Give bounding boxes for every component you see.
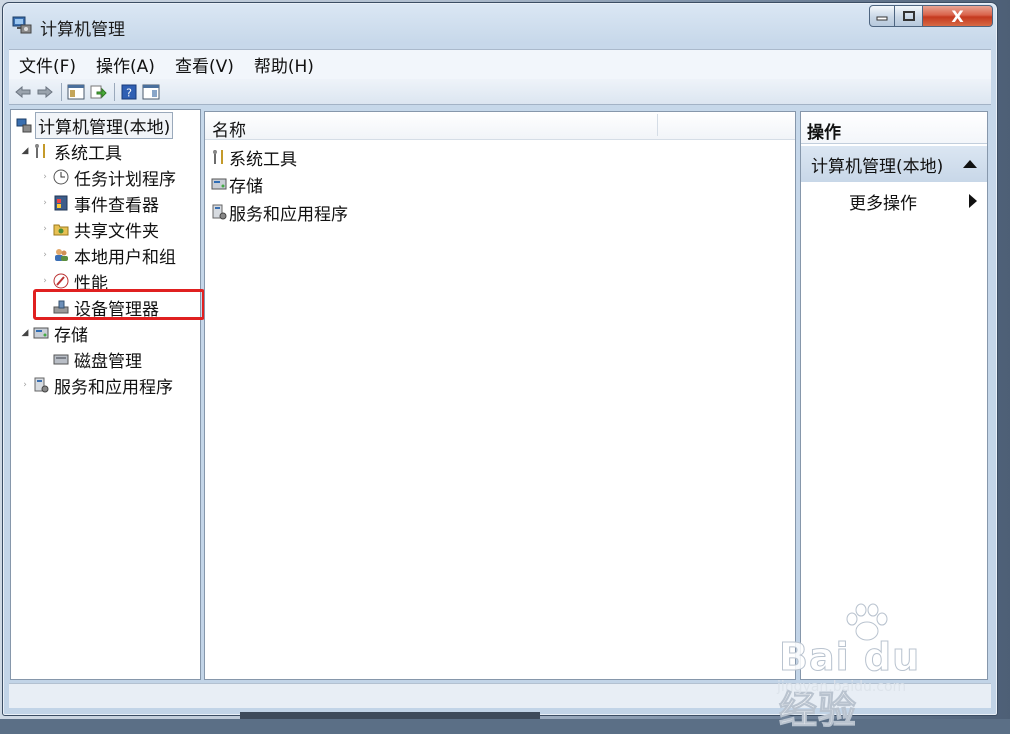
tree-label: 事件查看器 bbox=[74, 195, 159, 216]
collapsed-arrow-icon[interactable]: › bbox=[39, 198, 51, 208]
export-list-icon bbox=[90, 85, 107, 98]
menu-action[interactable]: 操作(A) bbox=[94, 50, 157, 79]
help-icon: ? bbox=[121, 84, 137, 99]
tree-label: 服务和应用程序 bbox=[54, 377, 173, 398]
back-arrow-icon bbox=[15, 85, 31, 98]
taskbar-fragment bbox=[240, 712, 540, 719]
forward-arrow-icon bbox=[37, 85, 53, 98]
show-hide-tree-icon bbox=[67, 84, 85, 99]
highlight-annotation-box bbox=[33, 289, 205, 320]
title-bar[interactable]: 计算机管理 X bbox=[3, 3, 997, 43]
close-button[interactable]: X bbox=[923, 5, 993, 27]
tree-item-storage[interactable]: ◢ 存储 bbox=[19, 321, 90, 346]
services-icon bbox=[33, 377, 49, 393]
more-actions-label: 更多操作 bbox=[849, 193, 917, 214]
show-action-pane-button[interactable] bbox=[141, 82, 161, 102]
tree-label: 磁盘管理 bbox=[74, 351, 142, 372]
collapsed-arrow-icon[interactable]: › bbox=[39, 172, 51, 182]
show-hide-tree-button[interactable] bbox=[66, 82, 86, 102]
action-pane: 操作 计算机管理(本地) 更多操作 bbox=[800, 111, 988, 680]
disk-icon bbox=[53, 351, 69, 367]
tree-label: 本地用户和组 bbox=[74, 247, 176, 268]
collapse-triangle-icon[interactable] bbox=[963, 160, 977, 168]
performance-gauge-icon bbox=[53, 273, 69, 289]
minimize-button[interactable] bbox=[869, 5, 895, 27]
toolbar-separator bbox=[114, 82, 115, 101]
tree-label: 共享文件夹 bbox=[74, 221, 159, 242]
tree-label: 计算机管理(本地) bbox=[35, 111, 174, 139]
computer-management-icon bbox=[16, 117, 32, 133]
list-item-storage[interactable]: 存储 bbox=[211, 172, 263, 197]
menu-file[interactable]: 文件(F) bbox=[17, 50, 78, 79]
toolbar-separator bbox=[61, 82, 62, 101]
storage-icon bbox=[33, 325, 49, 341]
action-group-label: 计算机管理(本地) bbox=[811, 156, 944, 177]
list-item-system-tools[interactable]: 系统工具 bbox=[211, 145, 297, 170]
tree-item-shared-folders[interactable]: › 共享文件夹 bbox=[39, 217, 161, 242]
collapsed-arrow-icon[interactable]: › bbox=[39, 250, 51, 260]
tree-label: 系统工具 bbox=[54, 143, 122, 164]
action-group-computer-management[interactable]: 计算机管理(本地) bbox=[801, 146, 987, 182]
column-divider[interactable] bbox=[657, 114, 658, 136]
services-icon bbox=[211, 204, 227, 220]
event-log-icon bbox=[53, 195, 69, 211]
tree-item-computer-management-local[interactable]: 计算机管理(本地) bbox=[14, 111, 174, 139]
list-item-services-applications[interactable]: 服务和应用程序 bbox=[211, 200, 348, 225]
tree-label: 存储 bbox=[54, 325, 88, 346]
shared-folder-icon bbox=[53, 221, 69, 237]
tools-icon bbox=[33, 143, 49, 159]
tools-icon bbox=[211, 149, 227, 165]
column-header-name[interactable]: 名称 bbox=[212, 116, 246, 141]
computer-management-window: 计算机管理 X 文件(F) 操作(A) 查看(V) 帮助(H) ? 计算机管理(… bbox=[2, 2, 998, 733]
collapsed-arrow-icon[interactable]: › bbox=[39, 224, 51, 234]
more-actions-item[interactable]: 更多操作 bbox=[801, 186, 987, 216]
back-button[interactable] bbox=[13, 82, 33, 102]
expanded-arrow-icon[interactable]: ◢ bbox=[19, 146, 31, 156]
tree-item-local-users-groups[interactable]: › 本地用户和组 bbox=[39, 243, 178, 268]
window-title: 计算机管理 bbox=[40, 20, 125, 40]
export-list-button[interactable] bbox=[88, 82, 108, 102]
expanded-arrow-icon[interactable]: ◢ bbox=[19, 328, 31, 338]
list-item-label: 服务和应用程序 bbox=[229, 204, 348, 225]
show-action-pane-icon bbox=[142, 84, 160, 99]
users-icon bbox=[53, 247, 69, 263]
toolbar: ? bbox=[9, 79, 991, 105]
help-button[interactable]: ? bbox=[119, 82, 139, 102]
list-item-label: 存储 bbox=[229, 176, 263, 197]
maximize-button[interactable] bbox=[895, 5, 923, 27]
computer-management-icon bbox=[12, 16, 32, 34]
tree-item-task-scheduler[interactable]: › 任务计划程序 bbox=[39, 165, 178, 190]
menu-bar: 文件(F) 操作(A) 查看(V) 帮助(H) bbox=[9, 49, 991, 79]
menu-help[interactable]: 帮助(H) bbox=[252, 50, 316, 79]
tree-label: 任务计划程序 bbox=[74, 169, 176, 190]
forward-button[interactable] bbox=[35, 82, 55, 102]
tree-item-services-applications[interactable]: › 服务和应用程序 bbox=[19, 373, 175, 398]
list-item-label: 系统工具 bbox=[229, 149, 297, 170]
console-tree-pane[interactable]: 计算机管理(本地) ◢ 系统工具 › 任务计划程序 › 事件查看器 › 共享文件… bbox=[10, 109, 201, 680]
collapsed-arrow-icon[interactable]: › bbox=[39, 276, 51, 286]
baidu-jingyan-watermark: Bai du 经验 jingyan.baidu.com bbox=[773, 603, 973, 733]
storage-icon bbox=[211, 176, 227, 192]
tree-item-event-viewer[interactable]: › 事件查看器 bbox=[39, 191, 161, 216]
tree-item-system-tools[interactable]: ◢ 系统工具 bbox=[19, 139, 124, 164]
tree-item-disk-management[interactable]: 磁盘管理 bbox=[39, 347, 144, 372]
collapsed-arrow-icon[interactable]: › bbox=[19, 380, 31, 390]
menu-view[interactable]: 查看(V) bbox=[173, 50, 236, 79]
svg-text:?: ? bbox=[126, 86, 132, 99]
results-list-pane[interactable]: 名称 系统工具 存储 服务和应用程序 bbox=[204, 111, 796, 680]
submenu-triangle-icon bbox=[969, 194, 977, 208]
watermark-url: jingyan.baidu.com bbox=[777, 679, 907, 695]
list-header: 名称 bbox=[205, 112, 795, 141]
action-pane-header: 操作 bbox=[801, 112, 987, 144]
caption-buttons: X bbox=[869, 5, 993, 31]
clock-icon bbox=[53, 169, 69, 185]
